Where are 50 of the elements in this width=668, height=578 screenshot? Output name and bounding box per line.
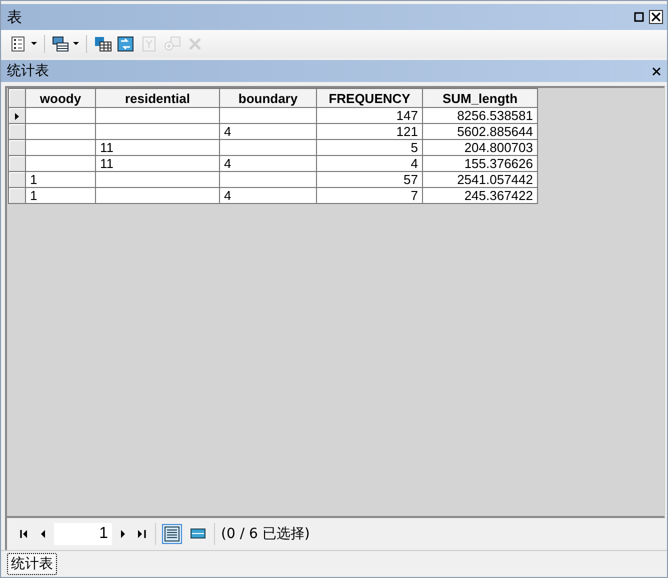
next-icon[interactable] [121,530,126,538]
table-cell [26,108,96,124]
row-header[interactable] [8,108,26,124]
table-cell: 11 [96,156,220,172]
table-cell: 204.800703 [422,140,538,156]
table-cell: 155.376626 [422,156,538,172]
table-cell: 5602.885644 [422,124,538,140]
table-cell: 121 [316,124,422,140]
table-select-icon[interactable] [93,35,113,53]
table-cell: 4 [220,156,316,172]
column-header[interactable]: woody [26,88,96,108]
table-cell: 245.367422 [422,188,538,204]
table-cell: 147 [316,108,422,124]
show-all-records-button[interactable] [162,524,182,544]
switch-selection-icon[interactable] [116,35,136,53]
related-tables-icon[interactable] [51,35,80,53]
corner-cell [8,88,26,108]
window-title: 表 [7,8,22,26]
column-header[interactable]: boundary [220,88,316,108]
table-cell: 8256.538581 [422,108,538,124]
table-tab[interactable]: 统计表 [7,553,57,575]
caret-icon[interactable] [73,42,79,46]
table-cell [26,140,96,156]
table-cell: 11 [96,140,220,156]
panel-title: 统计表 [7,62,49,80]
table-cell: 57 [316,172,422,188]
table-cell: 7 [316,188,422,204]
table-cell: 4 [220,188,316,204]
table-cell [26,124,96,140]
column-header[interactable]: residential [96,88,220,108]
last-record-icon[interactable] [138,530,146,538]
last-record-button[interactable] [135,527,149,541]
caret-icon[interactable] [31,42,37,46]
first-record-icon[interactable] [20,530,28,538]
column-header[interactable]: FREQUENCY [316,88,422,108]
close-button[interactable] [649,10,663,24]
column-header[interactable]: SUM_length [422,88,538,108]
table-cell: 1 [26,188,96,204]
record-number-field[interactable]: 1 [54,523,112,545]
current-row-icon [15,113,19,120]
table-cell [26,156,96,172]
table-cell: 1 [26,172,96,188]
table-cell: 5 [316,140,422,156]
table-cell: 4 [220,124,316,140]
restore-button[interactable] [632,10,646,24]
previous-icon[interactable] [40,530,45,538]
table-cell: 4 [316,156,422,172]
selection-status: (0 / 6 已选择) [221,525,310,543]
list-options-icon[interactable] [9,35,38,53]
table-cell: 2541.057442 [422,172,538,188]
